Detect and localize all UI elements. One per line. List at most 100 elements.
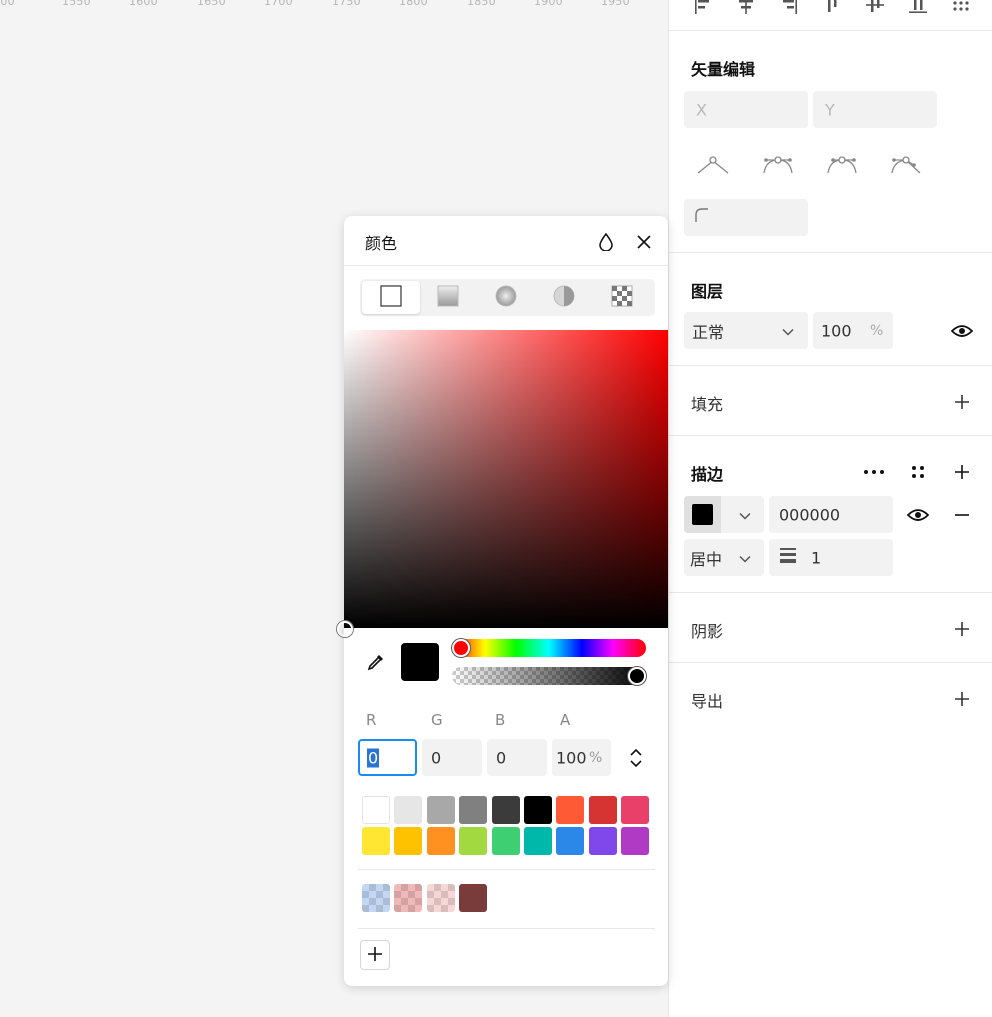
add-stroke-icon[interactable] <box>950 460 974 484</box>
blend-mode-value: 正常 <box>692 322 725 342</box>
stroke-hex-field[interactable]: 000000 <box>769 496 893 533</box>
g-input[interactable]: 0 <box>422 739 482 776</box>
align-left-icon[interactable] <box>692 0 714 16</box>
eye-icon[interactable] <box>950 319 974 343</box>
preset-swatch[interactable] <box>459 796 488 824</box>
preset-swatch[interactable] <box>459 827 488 855</box>
radial-gradient-icon <box>495 285 517 311</box>
stroke-position-select[interactable]: 居中 <box>684 539 764 576</box>
r-label: R <box>366 711 377 729</box>
a-input[interactable]: 100 % <box>552 739 611 776</box>
preset-swatch[interactable] <box>491 827 520 855</box>
x-field[interactable]: X <box>684 91 808 128</box>
stroke-color-swatch <box>692 504 713 525</box>
layer-title: 图层 <box>691 282 724 301</box>
opacity-drop-icon[interactable] <box>594 230 618 254</box>
align-bottom-icon[interactable] <box>907 0 929 16</box>
ruler-tick: 1700 <box>264 0 293 8</box>
eyedropper-icon[interactable] <box>364 650 388 674</box>
r-input[interactable]: 0 <box>358 739 417 776</box>
preset-swatch[interactable] <box>588 796 617 824</box>
preset-swatch[interactable] <box>362 827 390 855</box>
hue-slider[interactable] <box>452 639 646 657</box>
preset-swatch[interactable] <box>394 827 423 855</box>
divider <box>669 435 992 436</box>
current-color-swatch <box>401 643 439 681</box>
blend-mode-select[interactable]: 正常 <box>684 312 808 349</box>
divider <box>669 662 992 663</box>
remove-stroke-icon[interactable] <box>950 503 974 527</box>
ruler-tick: 1650 <box>197 0 226 8</box>
tab-linear-gradient[interactable] <box>419 281 477 314</box>
stroke-width-field[interactable]: 1 <box>769 539 893 576</box>
saturation-value-handle[interactable] <box>337 621 353 637</box>
add-swatch-button[interactable] <box>360 940 390 970</box>
point-disconnected-icon[interactable] <box>889 152 923 178</box>
preset-swatch[interactable] <box>524 796 552 824</box>
shadow-title: 阴影 <box>691 622 724 641</box>
color-picker-title: 颜色 <box>365 234 398 253</box>
preset-swatch[interactable] <box>362 796 390 824</box>
b-label: B <box>495 711 506 729</box>
hue-slider-knob[interactable] <box>452 639 470 657</box>
preset-swatch[interactable] <box>426 827 455 855</box>
tab-image[interactable] <box>593 281 651 314</box>
tab-radial-gradient[interactable] <box>477 281 535 314</box>
ruler-tick: 1900 <box>534 0 563 8</box>
a-label: A <box>560 711 571 729</box>
alpha-slider[interactable] <box>452 667 646 685</box>
recent-swatch[interactable] <box>426 884 455 912</box>
preset-swatch[interactable] <box>524 827 552 855</box>
stroke-swatch-wrap[interactable] <box>684 496 721 533</box>
solid-fill-icon <box>380 284 402 311</box>
tab-angular-gradient[interactable] <box>535 281 593 314</box>
ruler-tick: 1850 <box>467 0 496 8</box>
preset-swatch[interactable] <box>556 827 585 855</box>
more-options-icon[interactable] <box>862 460 886 484</box>
align-h-center-icon[interactable] <box>735 0 757 16</box>
divider <box>358 928 655 929</box>
preset-swatch[interactable] <box>491 796 520 824</box>
b-input[interactable]: 0 <box>487 739 547 776</box>
recent-swatch[interactable] <box>362 884 390 912</box>
ruler-tick: 1750 <box>332 0 361 8</box>
ruler-tick: 1800 <box>399 0 428 8</box>
color-mode-toggle-icon[interactable] <box>624 746 648 770</box>
stroke-hex-value: 000000 <box>779 505 841 524</box>
stroke-color-select[interactable] <box>684 496 764 533</box>
distribute-icon[interactable] <box>950 0 972 16</box>
divider <box>669 592 992 593</box>
y-field[interactable]: Y <box>813 91 937 128</box>
add-fill-icon[interactable] <box>950 390 974 414</box>
ruler-tick: 1600 <box>129 0 158 8</box>
preset-swatch[interactable] <box>426 796 455 824</box>
preset-swatch[interactable] <box>621 827 650 855</box>
align-v-center-icon[interactable] <box>864 0 886 16</box>
preset-swatch[interactable] <box>588 827 617 855</box>
align-top-icon[interactable] <box>821 0 843 16</box>
point-mirrored-icon[interactable] <box>761 152 795 178</box>
y-placeholder: Y <box>825 100 835 119</box>
saturation-value-area[interactable] <box>344 330 668 628</box>
angular-gradient-icon <box>553 285 575 311</box>
tab-solid[interactable] <box>362 281 420 314</box>
preset-swatch[interactable] <box>621 796 650 824</box>
recent-swatch[interactable] <box>394 884 423 912</box>
add-shadow-icon[interactable] <box>950 617 974 641</box>
eye-icon[interactable] <box>906 503 930 527</box>
corner-radius-field[interactable] <box>684 199 808 236</box>
align-right-icon[interactable] <box>778 0 800 16</box>
preset-swatch[interactable] <box>556 796 585 824</box>
point-asymmetric-icon[interactable] <box>825 152 859 178</box>
preset-swatch[interactable] <box>394 796 423 824</box>
close-icon[interactable] <box>632 230 656 254</box>
add-export-icon[interactable] <box>950 687 974 711</box>
divider <box>358 869 655 870</box>
alpha-slider-knob[interactable] <box>628 667 646 685</box>
point-straight-icon[interactable] <box>697 152 729 178</box>
layer-opacity-field[interactable]: 100 % <box>813 312 893 349</box>
color-picker-popup: 颜色 R G B A 0 0 0 100 % <box>337 216 668 986</box>
b-value: 0 <box>496 748 507 767</box>
stroke-styles-icon[interactable] <box>906 460 930 484</box>
recent-swatch[interactable] <box>459 884 488 912</box>
